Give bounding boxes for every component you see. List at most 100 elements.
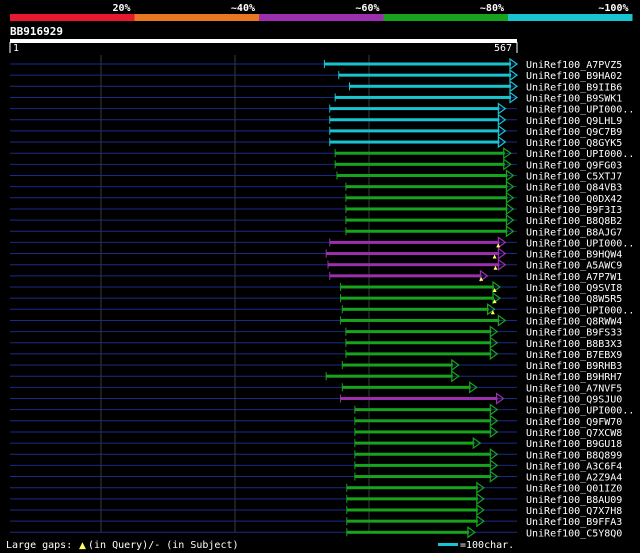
hit-name[interactable]: UniRef100_Q9FG03 xyxy=(526,160,622,171)
hit-name[interactable]: UniRef100_A2Z9A4 xyxy=(526,473,622,484)
hit-bar[interactable] xyxy=(354,475,492,479)
hit-bar[interactable] xyxy=(346,508,478,512)
hit-bar[interactable] xyxy=(346,497,478,501)
hit-row[interactable]: UniRef100_Q0DX42 xyxy=(10,191,622,205)
hit-row[interactable]: UniRef100_B7EBX9 xyxy=(10,347,622,361)
hit-bar[interactable] xyxy=(345,352,492,356)
hit-bar[interactable] xyxy=(354,430,492,434)
hit-name[interactable]: UniRef100_B9GU18 xyxy=(526,439,622,450)
hit-row[interactable]: UniRef100_Q9LHL9 xyxy=(10,113,622,127)
hit-row[interactable]: UniRef100_B9FS33 xyxy=(10,325,622,339)
hit-name[interactable]: UniRef100_UPI000.. xyxy=(526,149,634,160)
hit-name[interactable]: UniRef100_Q8W5R5 xyxy=(526,294,622,305)
hit-bar[interactable] xyxy=(349,84,511,88)
hit-bar[interactable] xyxy=(335,162,505,166)
hit-name[interactable]: UniRef100_Q9SJU0 xyxy=(526,395,622,406)
hit-name[interactable]: UniRef100_A7NVF5 xyxy=(526,383,622,394)
hit-bar[interactable] xyxy=(354,452,492,456)
hit-row[interactable]: UniRef100_B9HQW4 xyxy=(10,247,622,261)
hit-name[interactable]: UniRef100_B8AJG7 xyxy=(526,227,622,238)
hit-bar[interactable] xyxy=(342,307,489,311)
hit-row[interactable]: UniRef100_Q8W5R5 xyxy=(10,291,622,305)
hit-bar[interactable] xyxy=(329,240,500,244)
hit-bar[interactable] xyxy=(346,486,478,490)
hit-row[interactable]: UniRef100_Q8GYK5 xyxy=(10,135,622,149)
hit-bar[interactable] xyxy=(327,263,500,267)
hit-name[interactable]: UniRef100_UPI000.. xyxy=(526,305,634,316)
hit-name[interactable]: UniRef100_B8AU09 xyxy=(526,495,622,506)
hit-name[interactable]: UniRef100_A3C6F4 xyxy=(526,461,622,472)
hit-name[interactable]: UniRef100_UPI000.. xyxy=(526,238,634,249)
hit-row[interactable]: UniRef100_Q8RWW4 xyxy=(10,314,622,327)
hit-name[interactable]: UniRef100_B9F3I3 xyxy=(526,205,622,216)
hit-bar[interactable] xyxy=(324,62,511,66)
hit-bar[interactable] xyxy=(354,463,492,467)
hit-name[interactable]: UniRef100_Q9SVI8 xyxy=(526,283,622,294)
hit-bar[interactable] xyxy=(340,318,500,322)
hit-row[interactable]: UniRef100_A2Z9A4 xyxy=(10,470,622,484)
hit-name[interactable]: UniRef100_Q0DX42 xyxy=(526,194,622,205)
hit-row[interactable]: UniRef100_B9HRH7 xyxy=(10,370,622,383)
hit-bar[interactable] xyxy=(326,374,453,378)
hit-name[interactable]: UniRef100_Q9LHL9 xyxy=(526,116,622,127)
hit-bar[interactable] xyxy=(329,118,500,122)
hit-bar[interactable] xyxy=(335,95,511,99)
hit-row[interactable]: UniRef100_UPI000.. xyxy=(10,303,634,316)
hit-bar[interactable] xyxy=(345,330,492,334)
hit-bar[interactable] xyxy=(326,252,500,256)
hit-bar[interactable] xyxy=(345,341,492,345)
hit-name[interactable]: UniRef100_B8B3X3 xyxy=(526,339,622,350)
hit-row[interactable]: UniRef100_B9SWK1 xyxy=(10,91,622,104)
hit-row[interactable]: UniRef100_UPI000.. xyxy=(10,403,634,417)
hit-name[interactable]: UniRef100_B9HQW4 xyxy=(526,250,622,261)
hit-name[interactable]: UniRef100_UPI000.. xyxy=(526,406,634,417)
hit-name[interactable]: UniRef100_B9HA02 xyxy=(526,71,622,82)
hit-name[interactable]: UniRef100_Q9FW70 xyxy=(526,417,622,428)
hit-row[interactable]: UniRef100_B9FFA3 xyxy=(10,514,622,528)
hit-name[interactable]: UniRef100_Q7XCW8 xyxy=(526,428,622,439)
hit-row[interactable]: UniRef100_B8Q8B2 xyxy=(10,213,622,227)
hit-bar[interactable] xyxy=(335,151,505,155)
hit-name[interactable]: UniRef100_A7PVZ5 xyxy=(526,60,622,71)
hit-name[interactable]: UniRef100_B9IIB6 xyxy=(526,82,622,93)
hit-bar[interactable] xyxy=(354,441,475,445)
hit-row[interactable]: UniRef100_Q7XCW8 xyxy=(10,425,622,439)
hit-bar[interactable] xyxy=(342,363,453,367)
hit-row[interactable]: UniRef100_Q9FW70 xyxy=(10,414,622,428)
hit-bar[interactable] xyxy=(340,296,494,300)
hit-bar[interactable] xyxy=(329,140,500,144)
hit-name[interactable]: UniRef100_Q8GYK5 xyxy=(526,138,622,149)
hit-bar[interactable] xyxy=(338,73,511,77)
hit-row[interactable]: UniRef100_Q9SJU0 xyxy=(10,392,622,406)
hit-name[interactable]: UniRef100_B8Q899 xyxy=(526,450,622,461)
hit-row[interactable]: UniRef100_UPI000.. xyxy=(10,147,634,160)
hit-row[interactable]: UniRef100_C5XTJ7 xyxy=(10,169,622,183)
hit-name[interactable]: UniRef100_C5XTJ7 xyxy=(526,172,622,183)
hit-name[interactable]: UniRef100_B9FFA3 xyxy=(526,517,622,528)
hit-row[interactable]: UniRef100_B9F3I3 xyxy=(10,202,622,216)
hit-bar[interactable] xyxy=(346,519,478,523)
hit-bar[interactable] xyxy=(354,419,492,423)
hit-bar[interactable] xyxy=(346,530,469,534)
hit-name[interactable]: UniRef100_UPI000.. xyxy=(526,105,634,116)
hit-name[interactable]: UniRef100_C5Y8Q0 xyxy=(526,528,622,539)
hit-row[interactable]: UniRef100_B8AJG7 xyxy=(10,225,622,238)
hit-name[interactable]: UniRef100_Q84VB3 xyxy=(526,183,622,194)
hit-bar[interactable] xyxy=(329,129,500,133)
hit-name[interactable]: UniRef100_B9HRH7 xyxy=(526,372,622,383)
hit-name[interactable]: UniRef100_B7EBX9 xyxy=(526,350,622,361)
hit-bar[interactable] xyxy=(345,229,508,233)
hit-bar[interactable] xyxy=(345,207,508,211)
hit-row[interactable]: UniRef100_B8AU09 xyxy=(10,492,622,506)
hit-row[interactable]: UniRef100_B9HA02 xyxy=(10,68,622,82)
hit-name[interactable]: UniRef100_A7P7W1 xyxy=(526,272,622,283)
hit-row[interactable]: UniRef100_A7NVF5 xyxy=(10,381,622,394)
hit-row[interactable]: UniRef100_A7P7W1 xyxy=(10,269,622,283)
hit-bar[interactable] xyxy=(329,107,500,111)
hit-bar[interactable] xyxy=(340,285,494,289)
hit-row[interactable]: UniRef100_B9IIB6 xyxy=(10,80,622,93)
hit-bar[interactable] xyxy=(354,408,492,412)
hit-bar[interactable] xyxy=(336,174,508,177)
hit-bar[interactable] xyxy=(345,218,508,222)
hit-bar[interactable] xyxy=(345,185,508,189)
